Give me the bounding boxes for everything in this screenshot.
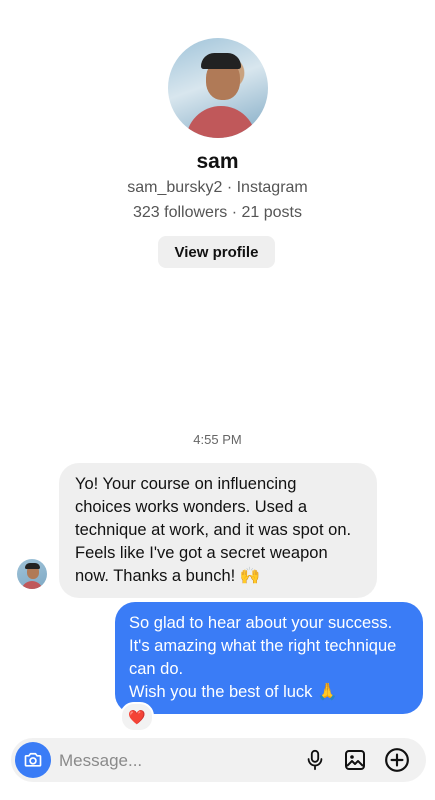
message-line: Yo! Your course on influencing: [75, 475, 297, 493]
message-line: It's amazing what the right technique: [129, 637, 397, 655]
sender-avatar[interactable]: [17, 559, 47, 589]
message-line: Wish you the best of luck 🙏: [129, 683, 338, 701]
message-composer: [11, 738, 426, 782]
message-line: Feels like I've got a secret weapon: [75, 544, 328, 562]
profile-stats: 323 followers · 21 posts: [133, 204, 302, 221]
message-line: technique at work, and it was spot on.: [75, 521, 352, 539]
image-icon[interactable]: [342, 747, 368, 773]
plus-circle-icon[interactable]: [384, 747, 410, 773]
incoming-message-bubble[interactable]: Yo! Your course on influencing choices w…: [59, 463, 377, 598]
message-input[interactable]: [57, 746, 281, 776]
heart-reaction-badge[interactable]: ❤️: [120, 702, 154, 732]
message-line: So glad to hear about your success.: [129, 614, 393, 632]
camera-icon[interactable]: [15, 742, 51, 778]
profile-name: sam: [196, 150, 239, 173]
profile-avatar[interactable]: [168, 38, 268, 138]
view-profile-button[interactable]: View profile: [158, 236, 275, 268]
profile-handle: sam_bursky2 · Instagram: [127, 179, 308, 196]
message-timestamp: 4:55 PM: [193, 432, 242, 447]
outgoing-message-bubble[interactable]: So glad to hear about your success. It's…: [115, 602, 423, 714]
microphone-icon[interactable]: [302, 747, 328, 773]
message-line: now. Thanks a bunch! 🙌: [75, 567, 261, 585]
message-line: can do.: [129, 660, 184, 678]
message-line: choices works wonders. Used a: [75, 498, 308, 516]
